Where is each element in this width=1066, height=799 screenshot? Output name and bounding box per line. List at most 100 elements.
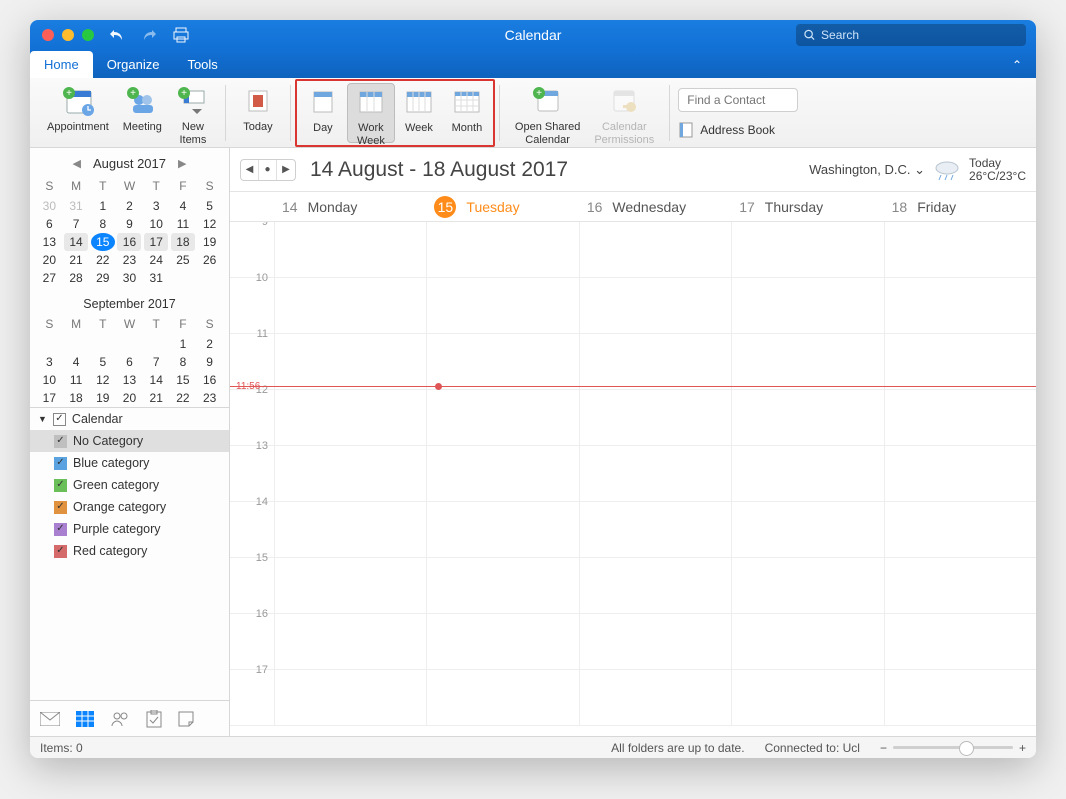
calendar-root[interactable]: ▼ Calendar bbox=[30, 408, 229, 430]
mini-cal-day[interactable]: 1 bbox=[91, 197, 115, 215]
collapse-ribbon-button[interactable]: ⌃ bbox=[1012, 58, 1022, 78]
mini-cal-day[interactable]: 24 bbox=[144, 251, 168, 269]
mini-cal-day[interactable]: 6 bbox=[37, 215, 61, 233]
mini-cal-day[interactable]: 18 bbox=[171, 233, 195, 251]
day-header[interactable]: 18Friday bbox=[884, 192, 1036, 221]
day-view-button[interactable]: Day bbox=[299, 83, 347, 143]
people-icon[interactable] bbox=[110, 711, 130, 727]
mini-cal-day[interactable]: 27 bbox=[37, 269, 61, 287]
category-row[interactable]: Green category bbox=[30, 474, 229, 496]
mini-cal-day[interactable] bbox=[198, 269, 222, 287]
category-row[interactable]: Purple category bbox=[30, 518, 229, 540]
mini-cal-day[interactable] bbox=[64, 335, 88, 353]
mini-cal-day[interactable]: 20 bbox=[37, 251, 61, 269]
mini-cal-day[interactable]: 23 bbox=[117, 251, 141, 269]
prev-month-button[interactable]: ◀ bbox=[67, 157, 87, 170]
next-button[interactable]: ▶ bbox=[277, 160, 295, 180]
mini-cal-day[interactable]: 14 bbox=[64, 233, 88, 251]
day-header[interactable]: 16Wednesday bbox=[579, 192, 731, 221]
calendar-icon[interactable] bbox=[76, 711, 94, 727]
mini-cal-day[interactable]: 20 bbox=[117, 389, 141, 407]
mini-cal-day[interactable]: 22 bbox=[171, 389, 195, 407]
mini-cal-day[interactable]: 17 bbox=[37, 389, 61, 407]
calendar-root-checkbox[interactable] bbox=[53, 413, 66, 426]
mini-cal-day[interactable]: 7 bbox=[144, 353, 168, 371]
mini-cal-day[interactable]: 15 bbox=[171, 371, 195, 389]
next-month-button[interactable]: ▶ bbox=[172, 157, 192, 170]
mini-cal-day[interactable]: 10 bbox=[37, 371, 61, 389]
category-row[interactable]: Orange category bbox=[30, 496, 229, 518]
mini-cal-day[interactable]: 26 bbox=[198, 251, 222, 269]
month-view-button[interactable]: Month bbox=[443, 83, 491, 143]
mini-cal-day[interactable]: 11 bbox=[64, 371, 88, 389]
search-input[interactable] bbox=[821, 28, 1018, 42]
category-row[interactable]: No Category bbox=[30, 430, 229, 452]
zoom-in-button[interactable]: + bbox=[1019, 741, 1026, 755]
search-field[interactable] bbox=[796, 24, 1026, 46]
weather-location[interactable]: Washington, D.C. ⌄ bbox=[809, 162, 925, 178]
mini-cal-day[interactable]: 29 bbox=[91, 269, 115, 287]
mail-icon[interactable] bbox=[40, 712, 60, 726]
mini-cal-day[interactable]: 1 bbox=[171, 335, 195, 353]
mini-cal-day[interactable]: 31 bbox=[64, 197, 88, 215]
mini-cal-day[interactable]: 30 bbox=[117, 269, 141, 287]
category-row[interactable]: Red category bbox=[30, 540, 229, 562]
mini-cal-day[interactable]: 8 bbox=[171, 353, 195, 371]
mini-cal-day[interactable]: 25 bbox=[171, 251, 195, 269]
mini-cal-day[interactable]: 18 bbox=[64, 389, 88, 407]
mini-cal-day[interactable]: 28 bbox=[64, 269, 88, 287]
mini-cal-day[interactable]: 15 bbox=[91, 233, 115, 251]
appointment-button[interactable]: + Appointment bbox=[40, 82, 116, 142]
mini-cal-day[interactable]: 3 bbox=[37, 353, 61, 371]
mini-cal-day[interactable]: 22 bbox=[91, 251, 115, 269]
day-header[interactable]: 14Monday bbox=[274, 192, 426, 221]
category-row[interactable]: Blue category bbox=[30, 452, 229, 474]
mini-cal-day[interactable]: 4 bbox=[171, 197, 195, 215]
mini-cal-day[interactable]: 9 bbox=[198, 353, 222, 371]
today-button[interactable]: Today bbox=[234, 82, 282, 142]
mini-cal-day[interactable]: 19 bbox=[91, 389, 115, 407]
zoom-slider[interactable] bbox=[893, 746, 1013, 749]
notes-icon[interactable] bbox=[178, 711, 194, 727]
mini-cal-day[interactable]: 12 bbox=[198, 215, 222, 233]
mini-cal-day[interactable]: 7 bbox=[64, 215, 88, 233]
mini-cal-day[interactable]: 5 bbox=[198, 197, 222, 215]
category-checkbox[interactable] bbox=[54, 523, 67, 536]
mini-cal-day[interactable] bbox=[37, 335, 61, 353]
tab-tools[interactable]: Tools bbox=[173, 51, 231, 78]
mini-cal-day[interactable]: 12 bbox=[91, 371, 115, 389]
work-week-view-button[interactable]: Work Week bbox=[347, 83, 395, 143]
mini-cal-day[interactable]: 5 bbox=[91, 353, 115, 371]
print-icon[interactable] bbox=[172, 26, 190, 44]
tab-home[interactable]: Home bbox=[30, 51, 93, 78]
category-checkbox[interactable] bbox=[54, 457, 67, 470]
new-items-button[interactable]: + New Items bbox=[169, 82, 217, 142]
meeting-button[interactable]: + Meeting bbox=[116, 82, 169, 142]
mini-cal-day[interactable]: 23 bbox=[198, 389, 222, 407]
day-header[interactable]: 17Thursday bbox=[731, 192, 883, 221]
mini-cal-day[interactable]: 16 bbox=[198, 371, 222, 389]
today-arrow-button[interactable]: ● bbox=[259, 160, 277, 180]
mini-cal-day[interactable]: 3 bbox=[144, 197, 168, 215]
mini-cal-day[interactable]: 10 bbox=[144, 215, 168, 233]
category-checkbox[interactable] bbox=[54, 435, 67, 448]
mini-cal-day[interactable]: 19 bbox=[198, 233, 222, 251]
category-checkbox[interactable] bbox=[54, 501, 67, 514]
mini-cal-day[interactable] bbox=[117, 335, 141, 353]
mini-cal-day[interactable] bbox=[144, 335, 168, 353]
mini-cal-day[interactable]: 8 bbox=[91, 215, 115, 233]
time-grid[interactable]: 9101112131415161711:56 bbox=[230, 222, 1036, 736]
mini-cal-day[interactable]: 31 bbox=[144, 269, 168, 287]
mini-cal-day[interactable] bbox=[171, 269, 195, 287]
mini-cal-day[interactable]: 2 bbox=[117, 197, 141, 215]
find-contact-input[interactable] bbox=[678, 88, 798, 112]
mini-cal-day[interactable]: 13 bbox=[117, 371, 141, 389]
open-shared-calendar-button[interactable]: + Open Shared Calendar bbox=[508, 82, 587, 142]
mini-cal-day[interactable]: 21 bbox=[64, 251, 88, 269]
mini-cal-day[interactable]: 17 bbox=[144, 233, 168, 251]
mini-cal-day[interactable]: 13 bbox=[37, 233, 61, 251]
mini-cal-day[interactable] bbox=[91, 335, 115, 353]
tasks-icon[interactable] bbox=[146, 710, 162, 728]
week-view-button[interactable]: Week bbox=[395, 83, 443, 143]
maximize-window-button[interactable] bbox=[82, 29, 94, 41]
